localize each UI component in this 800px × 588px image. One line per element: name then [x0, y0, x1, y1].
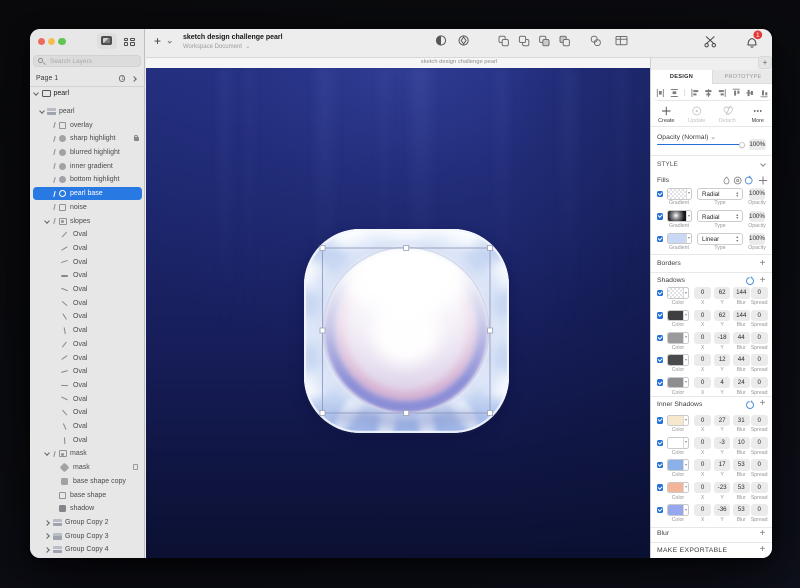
- svg-text:More: More: [752, 118, 764, 124]
- svg-text:Create: Create: [658, 118, 674, 124]
- svg-text:Update: Update: [688, 118, 705, 124]
- svg-text:Detach: Detach: [719, 118, 736, 124]
